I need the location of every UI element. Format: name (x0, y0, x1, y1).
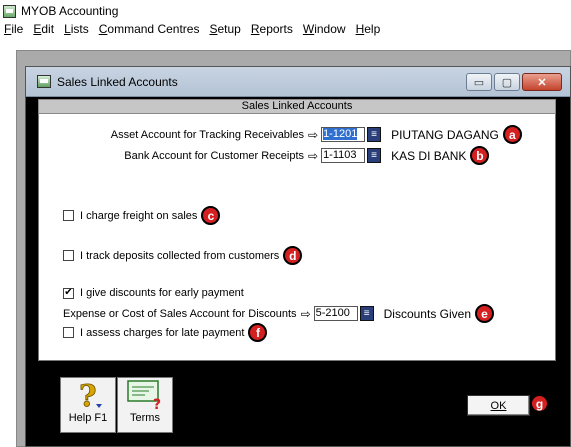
terms-button[interactable]: ? Terms (117, 377, 173, 433)
menu-reports[interactable]: Reports (251, 22, 293, 40)
receivables-account-name: PIUTANG DAGANG (391, 127, 499, 142)
panel-header: Sales Linked Accounts (38, 99, 556, 114)
app-title: MYOB Accounting (21, 4, 119, 18)
late-payment-option: I assess charges for late payment f (63, 323, 268, 342)
arrow-icon: ⇨ (308, 127, 319, 142)
window-controls: ▭ ▢ ✕ (466, 73, 562, 91)
help-button[interactable]: ? Help F1 (60, 377, 116, 433)
discounts-account-row: Expense or Cost of Sales Account for Dis… (63, 304, 494, 323)
discounts-label[interactable]: I give discounts for early payment (80, 287, 244, 299)
freight-label[interactable]: I charge freight on sales (80, 210, 197, 222)
discounts-checkbox[interactable]: ✔ (63, 287, 74, 299)
late-payment-label[interactable]: I assess charges for late payment (80, 327, 244, 339)
menu-help[interactable]: Help (356, 22, 381, 40)
arrow-icon: ⇨ (308, 148, 319, 163)
maximize-button[interactable]: ▢ (494, 73, 520, 91)
menu-setup[interactable]: Setup (209, 22, 240, 40)
ok-label: OK (490, 399, 507, 412)
annotation-badge-c: c (201, 206, 221, 225)
list-lookup-icon[interactable]: ≡ (367, 127, 382, 142)
menu-file[interactable]: File (4, 22, 23, 40)
close-button[interactable]: ✕ (522, 73, 562, 91)
menu-window[interactable]: Window (303, 22, 346, 40)
ok-button[interactable]: OK (467, 395, 530, 416)
dialog-title-bar[interactable]: Sales Linked Accounts ▭ ▢ ✕ (26, 67, 570, 97)
list-lookup-icon[interactable]: ≡ (367, 148, 382, 163)
dialog-title: Sales Linked Accounts (57, 74, 178, 89)
discounts-account-name: Discounts Given (383, 306, 471, 321)
receivables-label: Asset Account for Tracking Receivables (110, 128, 304, 141)
menu-edit[interactable]: Edit (33, 22, 54, 40)
annotation-badge-b: b (470, 146, 490, 165)
annotation-badge-g: g (530, 394, 549, 413)
freight-option: I charge freight on sales c (63, 206, 221, 225)
app-title-bar: MYOB Accounting (3, 2, 118, 20)
menu-command-centres[interactable]: Command Centres (99, 22, 200, 40)
discounts-option: ✔ I give discounts for early payment (63, 287, 244, 299)
arrow-icon: ⇨ (300, 306, 311, 321)
help-label: Help F1 (68, 412, 108, 424)
receivables-account-field[interactable]: 1-1201 (321, 127, 366, 142)
terms-label: Terms (130, 412, 160, 424)
freight-checkbox[interactable] (63, 210, 74, 221)
deposits-checkbox[interactable] (63, 250, 74, 261)
svg-text:?: ? (153, 397, 161, 412)
list-lookup-icon[interactable]: ≡ (359, 306, 374, 321)
svg-text:?: ? (79, 379, 97, 412)
annotation-badge-d: d (283, 246, 303, 265)
late-payment-checkbox[interactable] (63, 327, 74, 338)
bank-label: Bank Account for Customer Receipts (124, 149, 304, 162)
menu-lists[interactable]: Lists (64, 22, 89, 40)
minimize-button[interactable]: ▭ (466, 73, 492, 91)
myob-app-icon (3, 4, 16, 18)
annotation-badge-a: a (502, 125, 522, 144)
receivables-row: Asset Account for Tracking Receivables ⇨… (46, 125, 522, 144)
bank-account-name: KAS DI BANK (391, 148, 467, 163)
menu-bar: File Edit Lists Command Centres Setup Re… (2, 22, 380, 40)
terms-card-icon: ? (127, 380, 161, 412)
bank-row: Bank Account for Customer Receipts ⇨ 1-1… (46, 146, 490, 165)
bank-account-field[interactable]: 1-1103 (321, 148, 366, 163)
discounts-account-label: Expense or Cost of Sales Account for Dis… (63, 307, 297, 320)
help-question-icon: ? (79, 379, 102, 412)
annotation-badge-e: e (475, 304, 494, 323)
deposits-option: I track deposits collected from customer… (63, 246, 303, 265)
discounts-account-field[interactable]: 5-2100 (313, 306, 358, 321)
dialog-icon (37, 75, 51, 88)
annotation-badge-f: f (248, 323, 268, 342)
deposits-label[interactable]: I track deposits collected from customer… (80, 250, 279, 262)
